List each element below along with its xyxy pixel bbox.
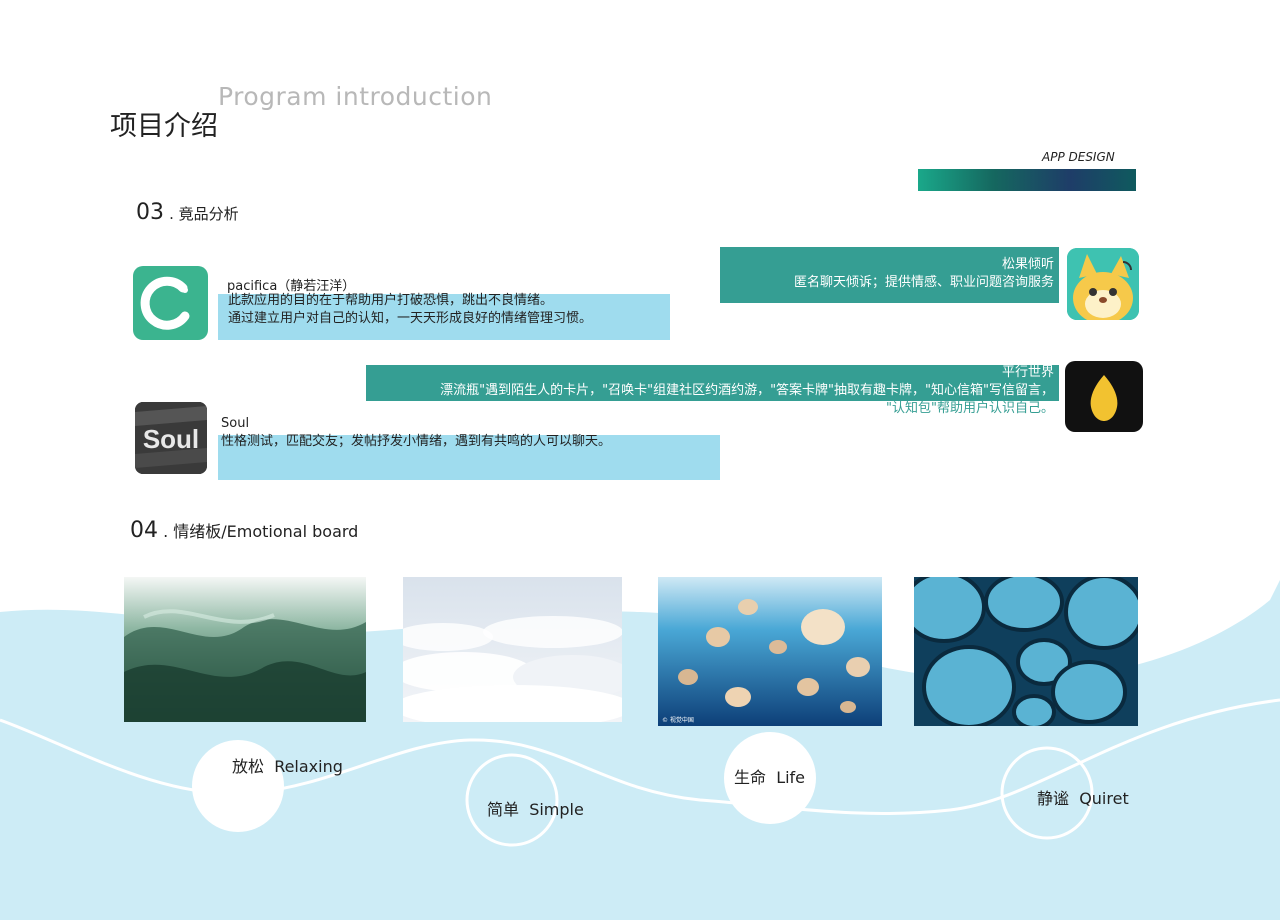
yellow-egg-icon [1065,361,1143,432]
section-04-heading: 04 . 情绪板/Emotional board [130,518,358,543]
jellyfish-underwater-image: © 视觉中国 [658,577,882,726]
mood-caption-life: 生命 Life [734,764,805,788]
songguo-desc: 匿名聊天倾诉；提供情感、职业问题咨询服务 [793,275,1054,290]
photo-watermark: © 视觉中国 [662,716,694,724]
section-03-number: 03 [136,200,164,225]
page-title: 项目介绍 [110,111,218,142]
pingxing-desc-line2: "认知包"帮助用户认识自己。 [886,401,1054,416]
blue-bubbles-image [914,577,1138,726]
mood-caption-quiet: 静谧 Quiret [1037,785,1129,809]
pacifica-c-logo-icon [133,266,208,340]
squirrel-mascot-icon [1067,248,1139,320]
songguo-name: 松果倾听 [1001,257,1054,272]
cloud-sea-image [403,577,622,722]
pacifica-desc-line2: 通过建立用户对自己的认知，一天天形成良好的情绪管理习惯。 [228,311,593,326]
mood-caption-simple: 简单 Simple [487,796,584,820]
section-03-label: . 竟品分析 [169,205,239,223]
mood-cn-quiet: 静谧 [1037,789,1070,808]
mood-cn-relaxing: 放松 [232,757,265,776]
mood-cn-simple: 简单 [487,800,520,819]
mood-caption-relaxing: 放松 Relaxing [232,753,343,777]
soul-logo-icon: Soul [135,402,207,474]
mood-en-quiet: Quiret [1079,789,1129,808]
pingxing-name: 平行世界 [1001,365,1054,380]
section-04-label: . 情绪板/Emotional board [163,522,359,541]
mood-en-life: Life [776,768,806,787]
soul-desc: 性格测试，匹配交友；发帖抒发小情绪，遇到有共鸣的人可以聊天。 [221,434,612,449]
app-design-tag: APP DESIGN [1042,150,1115,164]
mood-en-simple: Simple [529,800,584,819]
mood-en-relaxing: Relaxing [274,757,343,776]
section-04-number: 04 [130,518,158,543]
green-silk-wave-image [124,577,366,722]
pacifica-desc-line1: 此款应用的目的在于帮助用户打破恐惧，跳出不良情绪。 [228,293,554,308]
soul-logo-text: Soul [143,424,199,454]
gradient-bar [918,169,1136,191]
title-english: Program introduction [218,82,493,111]
soul-name: Soul [221,416,250,431]
pingxing-desc-line1: 漂流瓶"遇到陌生人的卡片，"召唤卡"组建社区约酒约游，"答案卡牌"抽取有趣卡牌，… [440,383,1054,398]
mood-cn-life: 生命 [734,768,767,787]
section-03-heading: 03 . 竟品分析 [136,200,239,225]
